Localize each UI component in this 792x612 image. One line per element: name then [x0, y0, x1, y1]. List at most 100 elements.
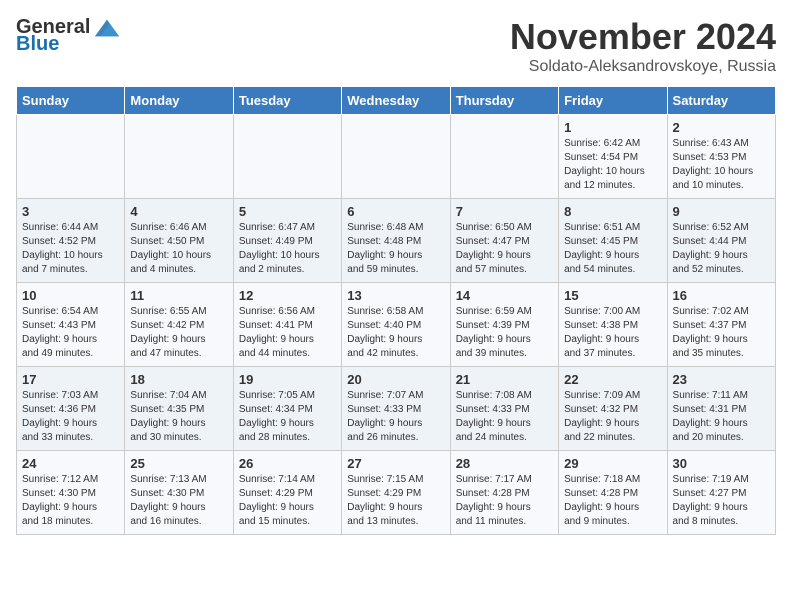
day-number: 9 [673, 204, 770, 219]
day-number: 13 [347, 288, 444, 303]
day-info: Sunrise: 6:52 AM Sunset: 4:44 PM Dayligh… [673, 221, 770, 277]
calendar-cell: 1Sunrise: 6:42 AM Sunset: 4:54 PM Daylig… [559, 115, 667, 199]
calendar-cell: 15Sunrise: 7:00 AM Sunset: 4:38 PM Dayli… [559, 283, 667, 367]
day-info: Sunrise: 7:14 AM Sunset: 4:29 PM Dayligh… [239, 473, 336, 529]
day-number: 22 [564, 372, 661, 387]
calendar-cell [125, 115, 233, 199]
weekday-header-saturday: Saturday [667, 87, 775, 115]
day-number: 17 [22, 372, 119, 387]
calendar-cell: 7 Sunrise: 6:50 AM Sunset: 4:47 PM Daylig… [450, 199, 558, 283]
day-info: Sunrise: 6:43 AM Sunset: 4:53 PM Dayligh… [673, 137, 770, 193]
calendar-cell: 9 Sunrise: 6:52 AM Sunset: 4:44 PM Daylig… [667, 199, 775, 283]
calendar-cell: 17 Sunrise: 7:03 AM Sunset: 4:36 PM Dayli… [17, 367, 125, 451]
day-number: 19 [239, 372, 336, 387]
weekday-header-thursday: Thursday [450, 87, 558, 115]
day-info: Sunrise: 7:04 AM Sunset: 4:35 PM Dayligh… [130, 389, 227, 445]
calendar-cell: 6Sunrise: 6:48 AM Sunset: 4:48 PM Daylig… [342, 199, 450, 283]
subtitle: Soldato-Aleksandrovskoye, Russia [510, 58, 776, 76]
day-info: Sunrise: 7:17 AM Sunset: 4:28 PM Dayligh… [456, 473, 553, 529]
day-number: 16 [673, 288, 770, 303]
calendar-week-3: 10 Sunrise: 6:54 AM Sunset: 4:43 PM Dayli… [17, 283, 776, 367]
day-number: 28 [456, 456, 553, 471]
calendar-cell: 14 Sunrise: 6:59 AM Sunset: 4:39 PM Dayli… [450, 283, 558, 367]
calendar-cell: 12 Sunrise: 6:56 AM Sunset: 4:41 PM Dayli… [233, 283, 341, 367]
weekday-header-row: SundayMondayTuesdayWednesdayThursdayFrid… [17, 87, 776, 115]
calendar-cell [233, 115, 341, 199]
weekday-header-monday: Monday [125, 87, 233, 115]
day-number: 23 [673, 372, 770, 387]
calendar-week-1: 1Sunrise: 6:42 AM Sunset: 4:54 PM Daylig… [17, 115, 776, 199]
logo-icon [93, 17, 121, 39]
day-info: Sunrise: 7:02 AM Sunset: 4:37 PM Dayligh… [673, 305, 770, 361]
calendar-cell: 4Sunrise: 6:46 AM Sunset: 4:50 PM Daylig… [125, 199, 233, 283]
day-number: 12 [239, 288, 336, 303]
calendar-cell: 3Sunrise: 6:44 AM Sunset: 4:52 PM Daylig… [17, 199, 125, 283]
day-info: Sunrise: 7:03 AM Sunset: 4:36 PM Dayligh… [22, 389, 119, 445]
day-number: 11 [130, 288, 227, 303]
day-number: 4 [130, 204, 227, 219]
day-number: 2 [673, 120, 770, 135]
day-number: 5 [239, 204, 336, 219]
calendar-cell: 25 Sunrise: 7:13 AM Sunset: 4:30 PM Dayli… [125, 451, 233, 535]
calendar-cell: 29 Sunrise: 7:18 AM Sunset: 4:28 PM Dayli… [559, 451, 667, 535]
day-info: Sunrise: 7:05 AM Sunset: 4:34 PM Dayligh… [239, 389, 336, 445]
day-info: Sunrise: 6:54 AM Sunset: 4:43 PM Dayligh… [22, 305, 119, 361]
day-info: Sunrise: 6:56 AM Sunset: 4:41 PM Dayligh… [239, 305, 336, 361]
calendar-cell: 30 Sunrise: 7:19 AM Sunset: 4:27 PM Dayli… [667, 451, 775, 535]
calendar-cell: 5 Sunrise: 6:47 AM Sunset: 4:49 PM Daylig… [233, 199, 341, 283]
calendar-cell: 19 Sunrise: 7:05 AM Sunset: 4:34 PM Dayli… [233, 367, 341, 451]
day-info: Sunrise: 7:13 AM Sunset: 4:30 PM Dayligh… [130, 473, 227, 529]
day-info: Sunrise: 7:07 AM Sunset: 4:33 PM Dayligh… [347, 389, 444, 445]
calendar-cell: 23Sunrise: 7:11 AM Sunset: 4:31 PM Dayli… [667, 367, 775, 451]
calendar-cell: 20 Sunrise: 7:07 AM Sunset: 4:33 PM Dayli… [342, 367, 450, 451]
day-info: Sunrise: 7:19 AM Sunset: 4:27 PM Dayligh… [673, 473, 770, 529]
day-number: 18 [130, 372, 227, 387]
calendar-week-4: 17 Sunrise: 7:03 AM Sunset: 4:36 PM Dayli… [17, 367, 776, 451]
day-info: Sunrise: 6:58 AM Sunset: 4:40 PM Dayligh… [347, 305, 444, 361]
day-number: 30 [673, 456, 770, 471]
weekday-header-friday: Friday [559, 87, 667, 115]
logo: General Blue [16, 16, 121, 56]
day-info: Sunrise: 6:51 AM Sunset: 4:45 PM Dayligh… [564, 221, 661, 277]
day-info: Sunrise: 6:50 AM Sunset: 4:47 PM Dayligh… [456, 221, 553, 277]
calendar-cell: 10 Sunrise: 6:54 AM Sunset: 4:43 PM Dayli… [17, 283, 125, 367]
weekday-header-sunday: Sunday [17, 87, 125, 115]
calendar-cell: 27Sunrise: 7:15 AM Sunset: 4:29 PM Dayli… [342, 451, 450, 535]
day-number: 15 [564, 288, 661, 303]
day-number: 8 [564, 204, 661, 219]
calendar-cell: 28 Sunrise: 7:17 AM Sunset: 4:28 PM Dayli… [450, 451, 558, 535]
day-number: 1 [564, 120, 661, 135]
day-info: Sunrise: 6:59 AM Sunset: 4:39 PM Dayligh… [456, 305, 553, 361]
logo-blue: Blue [16, 33, 59, 56]
day-number: 14 [456, 288, 553, 303]
calendar-cell: 26Sunrise: 7:14 AM Sunset: 4:29 PM Dayli… [233, 451, 341, 535]
calendar-cell: 24Sunrise: 7:12 AM Sunset: 4:30 PM Dayli… [17, 451, 125, 535]
day-info: Sunrise: 6:47 AM Sunset: 4:49 PM Dayligh… [239, 221, 336, 277]
month-title: November 2024 [510, 16, 776, 58]
day-number: 24 [22, 456, 119, 471]
calendar-cell: 18 Sunrise: 7:04 AM Sunset: 4:35 PM Dayli… [125, 367, 233, 451]
weekday-header-tuesday: Tuesday [233, 87, 341, 115]
calendar-cell: 21 Sunrise: 7:08 AM Sunset: 4:33 PM Dayli… [450, 367, 558, 451]
day-number: 29 [564, 456, 661, 471]
day-number: 10 [22, 288, 119, 303]
day-info: Sunrise: 7:15 AM Sunset: 4:29 PM Dayligh… [347, 473, 444, 529]
calendar-cell: 8 Sunrise: 6:51 AM Sunset: 4:45 PM Daylig… [559, 199, 667, 283]
weekday-header-wednesday: Wednesday [342, 87, 450, 115]
calendar-cell [450, 115, 558, 199]
day-info: Sunrise: 7:09 AM Sunset: 4:32 PM Dayligh… [564, 389, 661, 445]
day-number: 21 [456, 372, 553, 387]
day-number: 20 [347, 372, 444, 387]
day-info: Sunrise: 7:08 AM Sunset: 4:33 PM Dayligh… [456, 389, 553, 445]
day-info: Sunrise: 7:18 AM Sunset: 4:28 PM Dayligh… [564, 473, 661, 529]
calendar-cell: 13 Sunrise: 6:58 AM Sunset: 4:40 PM Dayli… [342, 283, 450, 367]
day-number: 25 [130, 456, 227, 471]
calendar-week-5: 24Sunrise: 7:12 AM Sunset: 4:30 PM Dayli… [17, 451, 776, 535]
title-area: November 2024 Soldato-Aleksandrovskoye, … [510, 16, 776, 76]
header: General Blue November 2024 Soldato-Aleks… [16, 16, 776, 76]
day-info: Sunrise: 6:55 AM Sunset: 4:42 PM Dayligh… [130, 305, 227, 361]
day-number: 3 [22, 204, 119, 219]
day-number: 7 [456, 204, 553, 219]
calendar-cell: 22 Sunrise: 7:09 AM Sunset: 4:32 PM Dayli… [559, 367, 667, 451]
calendar-body: 1Sunrise: 6:42 AM Sunset: 4:54 PM Daylig… [17, 115, 776, 535]
